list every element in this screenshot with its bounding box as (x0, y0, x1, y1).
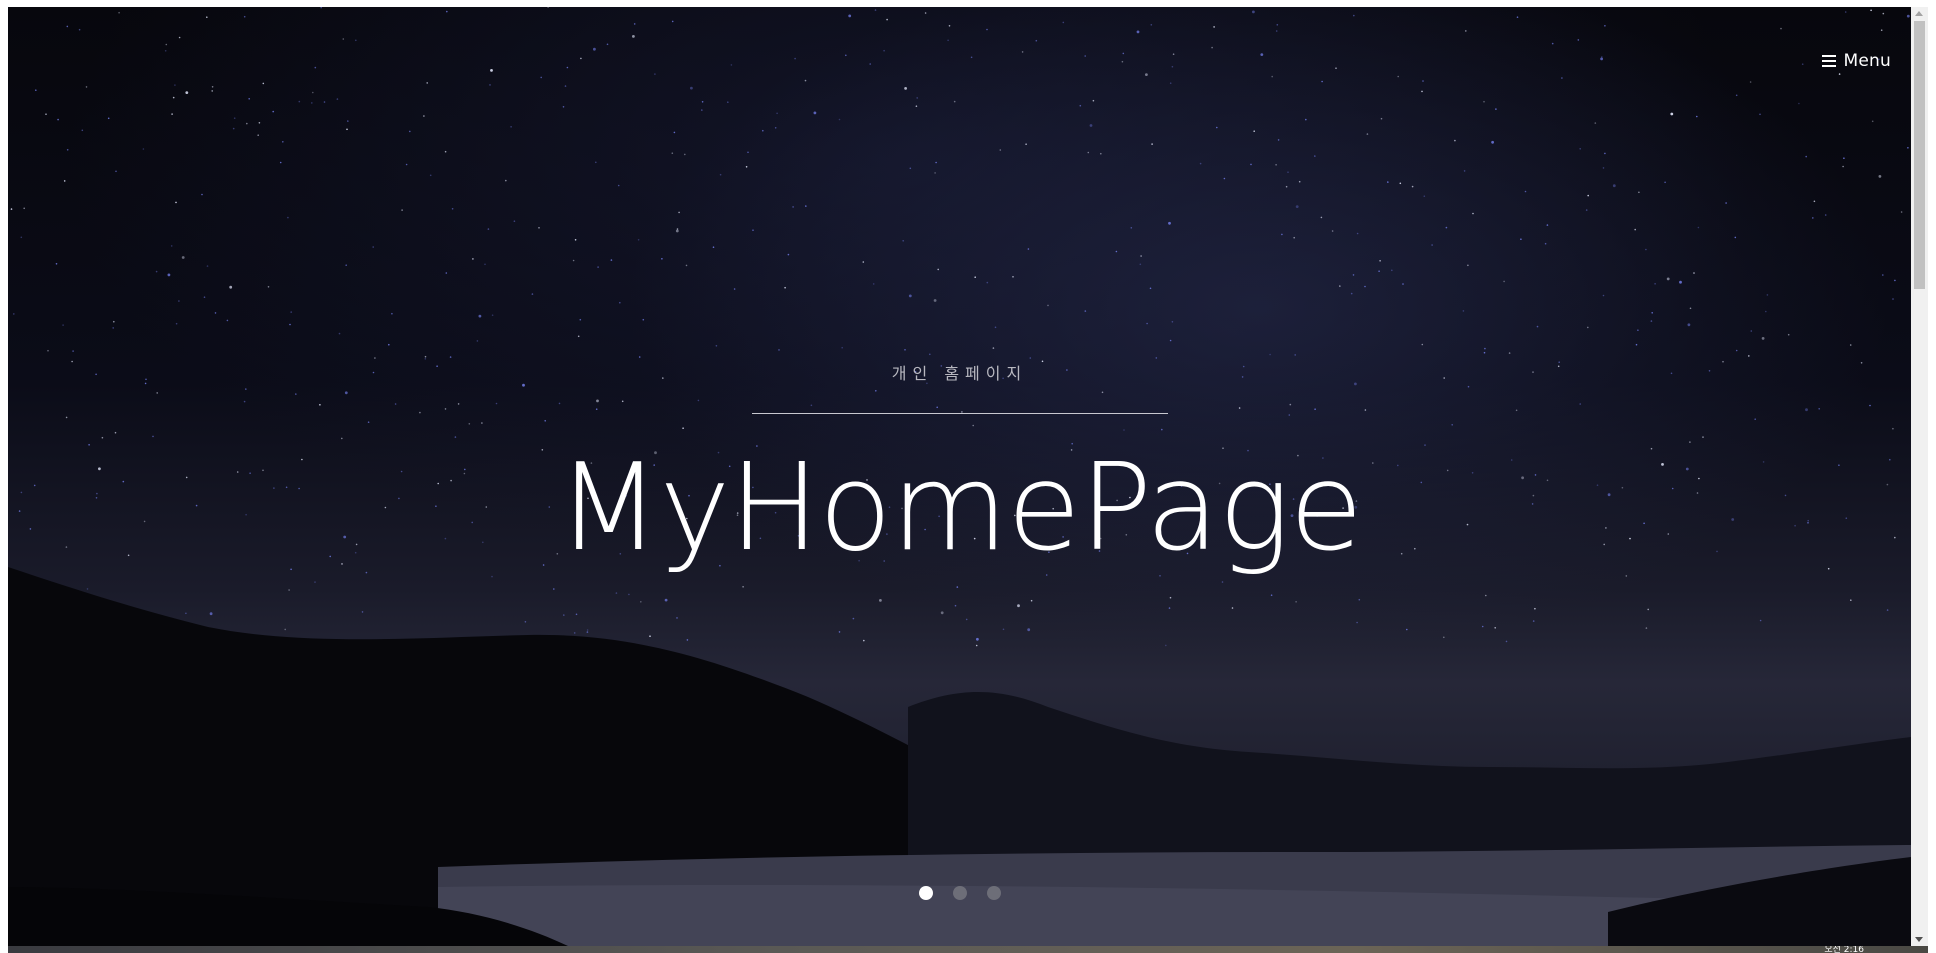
scroll-down-arrow-icon[interactable] (1915, 937, 1923, 942)
slider-dot-1[interactable] (918, 886, 933, 900)
vertical-scrollbar[interactable] (1911, 7, 1928, 946)
page-viewport: Menu 개인 홈페이지 MyHomePage (8, 7, 1911, 946)
menu-label: Menu (1843, 51, 1891, 71)
scroll-up-arrow-icon[interactable] (1915, 11, 1923, 16)
hero-title: MyHomePage (556, 439, 1363, 578)
slider-dot-2[interactable] (952, 886, 967, 900)
hamburger-icon (1821, 55, 1836, 67)
hero-subtitle: 개인 홈페이지 (891, 364, 1028, 383)
hero-divider (752, 413, 1168, 414)
scrollbar-thumb[interactable] (1914, 21, 1925, 289)
taskbar (8, 946, 1928, 953)
slider-pagination (8, 886, 1911, 900)
slider-dot-3[interactable] (986, 886, 1001, 900)
taskbar-clock: 오전 2:16 (1824, 946, 1864, 953)
menu-button[interactable]: Menu (1821, 51, 1891, 71)
